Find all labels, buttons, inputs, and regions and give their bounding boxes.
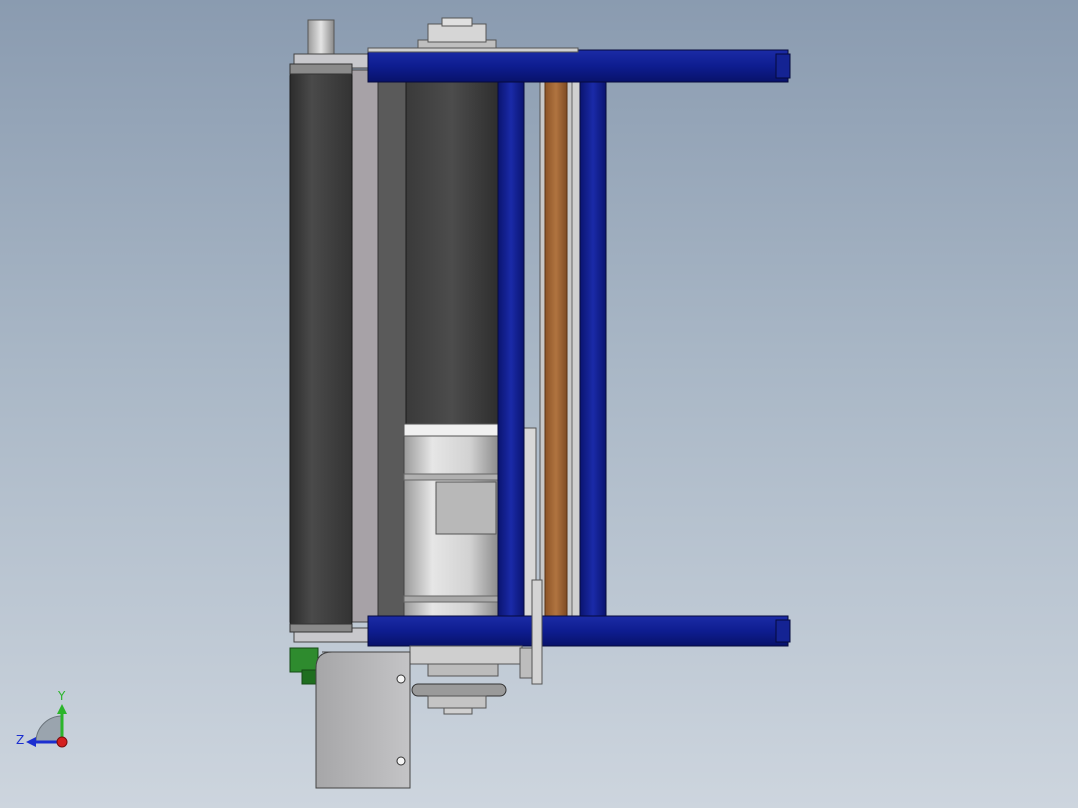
conveyor-model-view[interactable]: Y Z: [0, 0, 1078, 808]
y-axis-arrow: [57, 704, 67, 714]
z-axis-arrow: [26, 737, 36, 747]
triad-arc: [35, 715, 63, 743]
x-axis-dot: [56, 736, 68, 748]
bolt-hole: [396, 674, 406, 684]
rear-roller[interactable]: [405, 79, 499, 429]
bolt-hole: [396, 756, 406, 766]
frame-rail-bottom[interactable]: [367, 615, 791, 647]
z-axis-label: Z: [16, 733, 24, 747]
frame-upright-right[interactable]: [579, 77, 607, 621]
front-roller[interactable]: [289, 63, 353, 633]
motor-mount-plate[interactable]: [315, 651, 411, 789]
conveyor-belt[interactable]: [539, 79, 581, 621]
frame-upright-left[interactable]: [497, 77, 525, 621]
cad-viewport[interactable]: Y Z: [0, 0, 1078, 808]
coordinate-triad[interactable]: Y Z: [16, 689, 68, 748]
green-bracket[interactable]: [289, 647, 319, 685]
frame-rail-top[interactable]: [367, 47, 791, 83]
y-axis-label: Y: [57, 689, 66, 703]
